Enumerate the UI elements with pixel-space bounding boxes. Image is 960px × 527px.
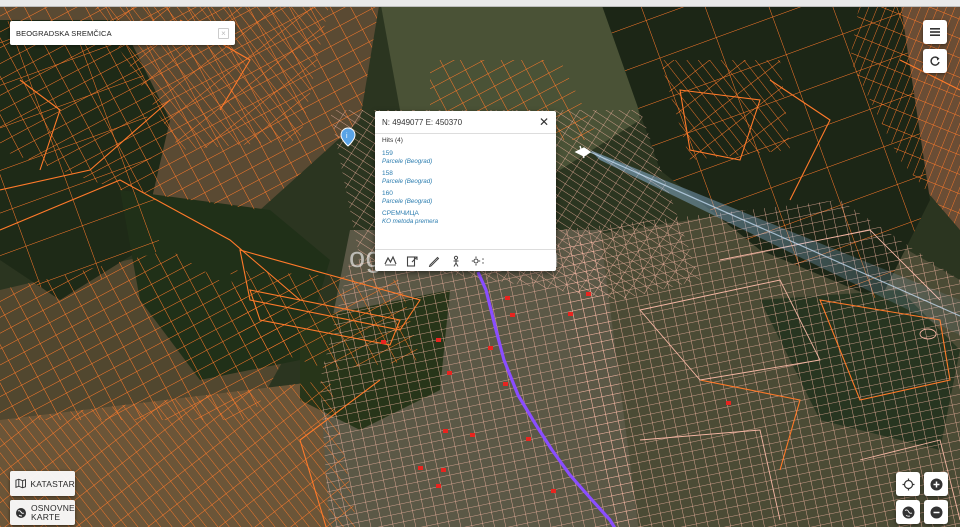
popup-header: N: 4949077 E: 450370 ✕ [375, 111, 556, 134]
settings-tool-icon [471, 256, 484, 265]
settings-tool-button[interactable] [467, 253, 489, 269]
katastar-label: KATASTAR [30, 478, 75, 489]
popup-results: Hits (4) 159 Parcele (Beograd) 158 Parce… [375, 134, 556, 248]
popup-toolbar [375, 249, 556, 271]
location-search[interactable]: × [10, 21, 235, 45]
zoom-in-button[interactable] [924, 472, 948, 496]
basemaps-label-line2: KARTE [31, 511, 61, 522]
refresh-button[interactable] [923, 49, 947, 73]
menu-button[interactable] [923, 20, 947, 44]
result-layer: Parcele (Beograd) [382, 158, 433, 165]
result-id[interactable]: 158 [382, 170, 549, 177]
locate-button[interactable] [896, 472, 920, 496]
person-tool-button[interactable] [445, 253, 467, 269]
result-id[interactable]: 160 [382, 190, 549, 197]
browser-toolbar-strip [0, 0, 960, 7]
globe-button[interactable] [896, 500, 920, 524]
draw-tool-icon [428, 256, 440, 267]
share-tool-button[interactable] [401, 253, 423, 269]
hits-count: Hits (4) [382, 137, 403, 144]
clear-search-icon[interactable]: × [218, 27, 229, 39]
menu-icon [930, 28, 940, 36]
refresh-icon [930, 56, 940, 66]
identify-popup: N: 4949077 E: 450370 ✕ Hits (4) 159 Parc… [375, 111, 556, 271]
zoom-in-icon [930, 478, 942, 490]
locate-icon [902, 478, 914, 490]
result-layer: KO metoda premera [382, 218, 439, 225]
popup-coordinates: N: 4949077 E: 450370 [382, 117, 463, 127]
result-item[interactable]: 158 Parcele (Beograd) [382, 170, 549, 185]
share-tool-icon [406, 255, 418, 267]
person-tool-icon [453, 255, 459, 267]
zoom-out-icon [930, 506, 942, 518]
basemaps-layer-button[interactable]: OSNOVNE KARTE [10, 500, 75, 525]
katastar-layer-button[interactable]: KATASTAR [10, 471, 75, 496]
zoom-out-button[interactable] [924, 500, 948, 524]
result-layer: Parcele (Beograd) [382, 178, 433, 185]
measure-tool-icon [383, 255, 397, 266]
search-input[interactable] [16, 28, 218, 38]
globe-icon [16, 507, 26, 518]
result-layer: Parcele (Beograd) [382, 198, 433, 205]
map-icon [15, 478, 26, 489]
result-id[interactable]: СРЕМЧИЦА [382, 210, 549, 217]
result-item[interactable]: 160 Parcele (Beograd) [382, 190, 549, 205]
result-item[interactable]: 159 Parcele (Beograd) [382, 150, 549, 165]
measure-tool-button[interactable] [379, 253, 401, 269]
globe-icon [902, 506, 914, 518]
result-item[interactable]: СРЕМЧИЦА KO metoda premera [382, 210, 549, 225]
close-icon[interactable]: ✕ [539, 116, 549, 128]
result-id[interactable]: 159 [382, 150, 549, 157]
draw-tool-button[interactable] [423, 253, 445, 269]
